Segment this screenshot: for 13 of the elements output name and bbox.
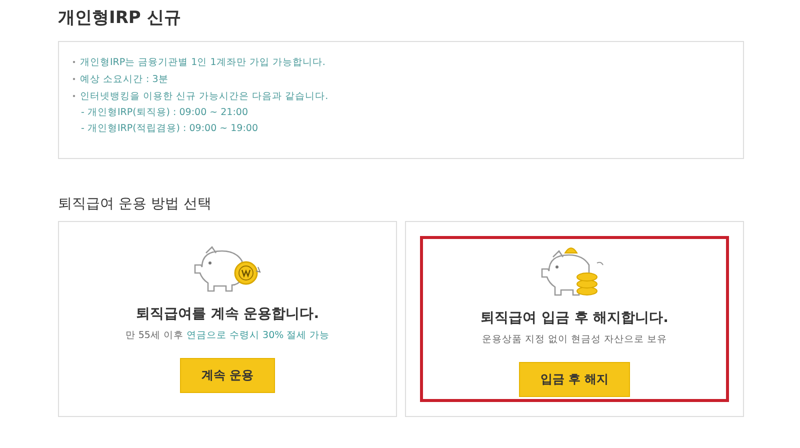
option-title: 퇴직급여를 계속 운용합니다. bbox=[136, 305, 320, 323]
page-title: 개인형IRP 신규 bbox=[58, 7, 182, 29]
notice-text: 예상 소요시간 : 3분 bbox=[73, 71, 729, 88]
notice-text: 인터넷뱅킹을 이용한 신규 가능시간은 다음과 같습니다. bbox=[73, 88, 729, 105]
section-title: 퇴직급여 운용 방법 선택 bbox=[58, 195, 212, 213]
option-title: 퇴직급여 입금 후 해지합니다. bbox=[480, 309, 668, 327]
notice-subtext: - 개인형IRP(퇴직용) : 09:00 ~ 21:00 bbox=[80, 106, 249, 120]
option-description: 만 55세 이후 연금으로 수령시 30% 절세 가능 bbox=[125, 329, 330, 342]
option-button[interactable]: 계속 운용 bbox=[180, 358, 275, 393]
option-button[interactable]: 입금 후 해지 bbox=[519, 362, 630, 397]
notice-subtext: - 개인형IRP(적립겸용) : 09:00 ~ 19:00 bbox=[80, 122, 259, 136]
option-description: 운용상품 지정 없이 현금성 자산으로 보유 bbox=[482, 333, 668, 346]
notice-text: 개인형IRP는 금융기관별 1인 1계좌만 가입 가능합니다. bbox=[73, 54, 729, 71]
